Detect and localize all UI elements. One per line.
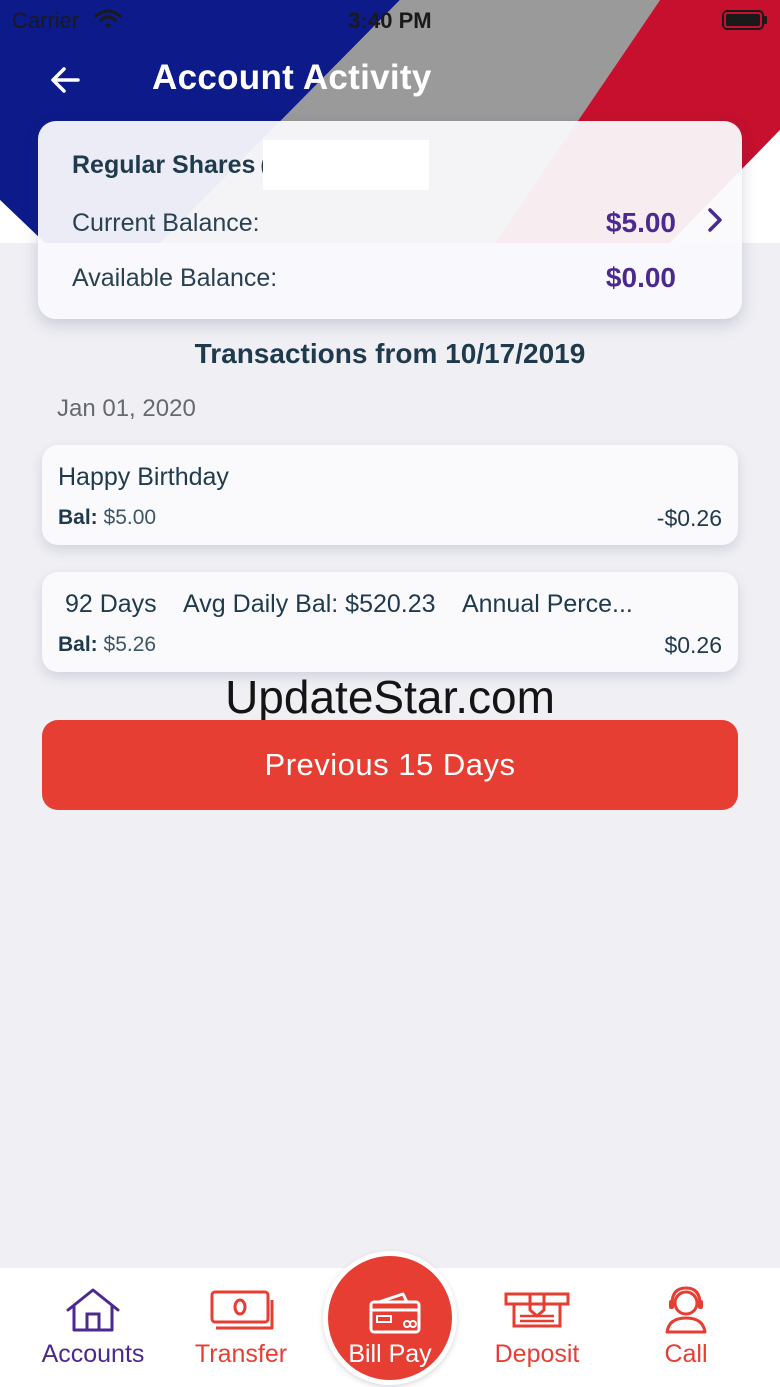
transaction-balance-value: $5.26 — [103, 633, 157, 656]
status-time: 3:40 PM — [348, 8, 432, 33]
previous-15-days-button[interactable]: Previous 15 Days — [42, 720, 738, 810]
account-number-mask — [263, 140, 429, 190]
current-balance-label: Current Balance: — [72, 209, 260, 237]
account-summary-card[interactable]: Regular Shares ( Current Balance: $5.00 … — [38, 121, 742, 319]
tab-transfer[interactable]: Transfer — [166, 1268, 316, 1387]
current-balance-value: $5.00 — [605, 207, 676, 238]
transaction-balance-value: $5.00 — [103, 506, 157, 529]
tab-call-label: Call — [664, 1340, 708, 1368]
transaction-description: Happy Birthday — [58, 463, 229, 491]
transaction-balance: Bal: $5.00 — [58, 506, 156, 530]
page-title: Account Activity — [152, 58, 432, 97]
tab-bill-pay-label: Bill Pay — [348, 1340, 432, 1368]
account-name: Regular Shares — [72, 151, 256, 179]
wallet-icon — [365, 1290, 425, 1336]
atm-deposit-icon — [502, 1286, 572, 1336]
tab-deposit-label: Deposit — [494, 1340, 580, 1368]
transactions-title: Transactions from 10/17/2019 — [194, 338, 586, 369]
tab-accounts-label: Accounts — [41, 1340, 145, 1368]
headset-icon — [651, 1286, 721, 1336]
transaction-balance-label: Bal: — [58, 633, 98, 656]
transaction-balance: Bal: $5.26 — [58, 633, 156, 657]
transaction-balance-label: Bal: — [58, 506, 98, 529]
transaction-row[interactable]: 92 Days Avg Daily Bal: $520.23 Annual Pe… — [42, 572, 738, 672]
available-balance-value: $0.00 — [605, 262, 676, 293]
transaction-description: 92 Days Avg Daily Bal: $520.23 Annual Pe… — [58, 590, 633, 618]
home-icon — [58, 1286, 128, 1336]
transaction-amount: $0.26 — [664, 632, 722, 658]
tab-accounts[interactable]: Accounts — [18, 1268, 168, 1387]
available-balance-label: Available Balance: — [72, 264, 278, 292]
back-arrow-icon[interactable] — [46, 60, 86, 100]
tab-call[interactable]: Call — [611, 1268, 761, 1387]
chevron-right-icon[interactable] — [704, 207, 726, 233]
transaction-date-heading: Jan 01, 2020 — [57, 395, 196, 422]
tab-deposit[interactable]: Deposit — [462, 1268, 612, 1387]
tab-transfer-label: Transfer — [194, 1340, 288, 1368]
watermark: UpdateStar.com — [225, 671, 555, 723]
transaction-amount: -$0.26 — [656, 505, 722, 531]
tab-bill-pay[interactable]: Bill Pay — [323, 1251, 457, 1385]
battery-icon — [722, 10, 768, 36]
status-bar: Carrier 3:40 PM — [0, 0, 780, 40]
transaction-row[interactable]: Happy Birthday Bal: $5.00 -$0.26 — [42, 445, 738, 545]
cash-icon — [206, 1286, 276, 1336]
